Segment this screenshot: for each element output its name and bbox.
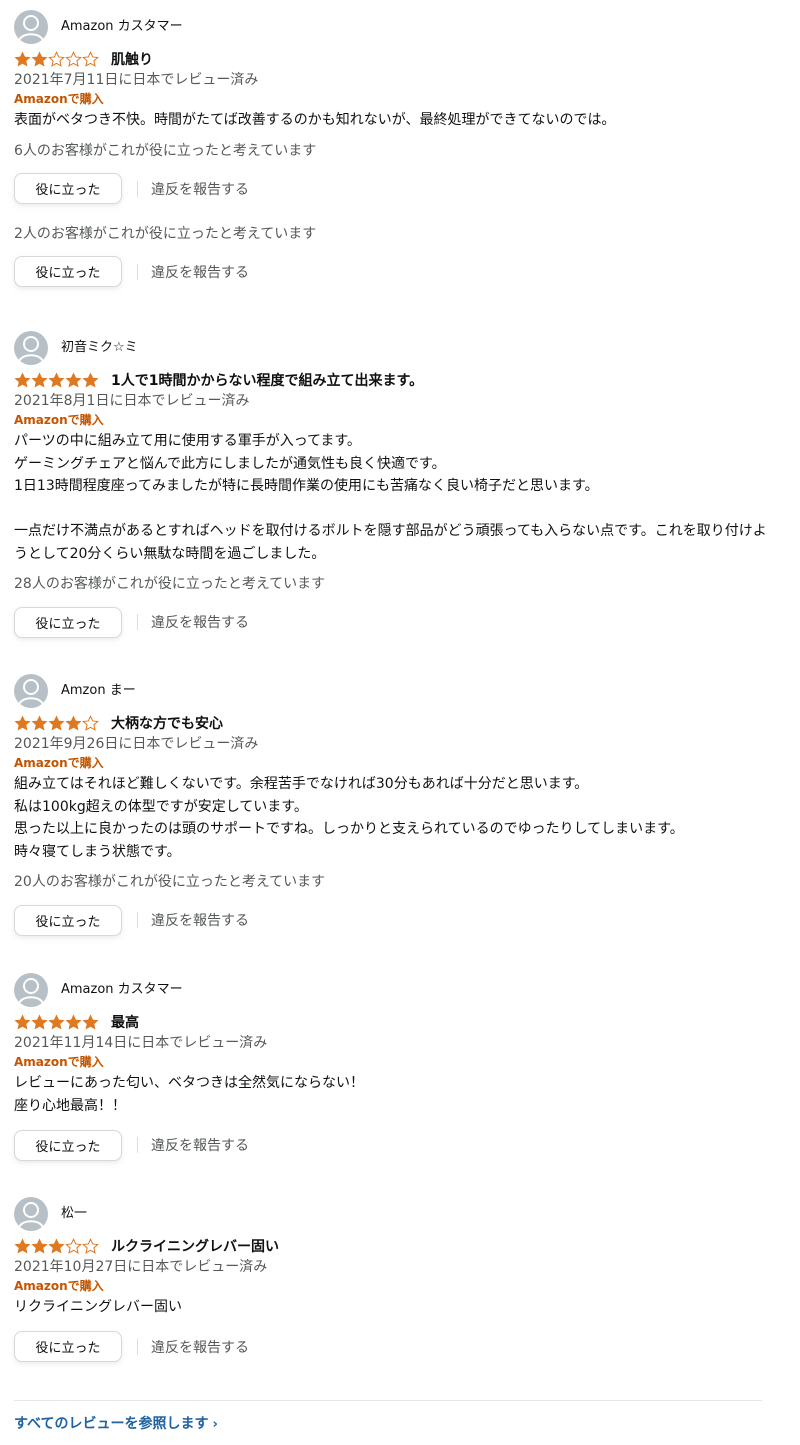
verified-purchase-badge[interactable]: Amazonで購入 bbox=[14, 90, 774, 108]
star-filled-icon bbox=[14, 50, 31, 67]
reviewer-name[interactable]: Amazon カスタマー bbox=[61, 973, 183, 1007]
review-title[interactable]: 最高 bbox=[111, 1012, 139, 1032]
star-filled-icon bbox=[65, 714, 82, 731]
star-filled-icon bbox=[82, 371, 99, 388]
verified-purchase-badge[interactable]: Amazonで購入 bbox=[14, 411, 774, 429]
star-filled-icon bbox=[48, 371, 65, 388]
divider bbox=[137, 1338, 138, 1355]
star-rating[interactable] bbox=[14, 50, 99, 68]
helpful-count: 20人のお客様がこれが役に立ったと考えています bbox=[14, 874, 326, 890]
user-avatar-icon bbox=[14, 1197, 48, 1231]
reviewer-profile[interactable]: Amzon まー bbox=[14, 674, 774, 708]
helpful-button[interactable]: 役に立った bbox=[14, 256, 122, 287]
review-date: 2021年11月14日に日本でレビュー済み bbox=[14, 1035, 268, 1051]
reviewer-profile[interactable]: Amazon カスタマー bbox=[14, 973, 774, 1007]
star-filled-icon bbox=[48, 1237, 65, 1254]
star-filled-icon bbox=[14, 1237, 31, 1254]
user-avatar-icon bbox=[14, 331, 48, 365]
section-divider bbox=[14, 1400, 762, 1401]
review-date: 2021年10月27日に日本でレビュー済み bbox=[14, 1259, 268, 1275]
report-abuse-link[interactable]: 違反を報告する bbox=[151, 179, 249, 199]
review-date: 2021年8月1日に日本でレビュー済み bbox=[14, 393, 250, 409]
helpful-button[interactable]: 役に立った bbox=[14, 1331, 122, 1362]
star-filled-icon bbox=[31, 1013, 48, 1030]
star-empty-icon bbox=[65, 1237, 82, 1254]
review: Amazon カスタマー 最高 2021年11月14日に日本でレビュー済み Am… bbox=[14, 973, 774, 1162]
divider bbox=[137, 1137, 138, 1153]
helpful-count: 6人のお客様がこれが役に立ったと考えています bbox=[14, 142, 317, 159]
star-filled-icon bbox=[48, 714, 65, 731]
verified-purchase-badge[interactable]: Amazonで購入 bbox=[14, 1053, 774, 1071]
reviewer-profile[interactable]: 初音ミク☆ミ bbox=[14, 331, 774, 365]
user-avatar-icon bbox=[14, 973, 48, 1007]
verified-purchase-badge[interactable]: Amazonで購入 bbox=[14, 754, 774, 772]
helpful-count: 2人のお客様がこれが役に立ったと考えています bbox=[14, 225, 317, 242]
reviewer-name[interactable]: 初音ミク☆ミ bbox=[61, 331, 138, 365]
review: 松一 ルクライニングレバー固い 2021年10月27日に日本でレビュー済み Am… bbox=[14, 1197, 774, 1364]
review-date: 2021年9月26日に日本でレビュー済み bbox=[14, 736, 259, 752]
chevron-right-icon: › bbox=[212, 1417, 218, 1432]
user-avatar-icon bbox=[14, 674, 48, 708]
review-body: リクライニングレバー固い bbox=[14, 1299, 182, 1315]
report-abuse-link[interactable]: 違反を報告する bbox=[151, 910, 249, 930]
star-empty-icon bbox=[82, 1237, 99, 1254]
star-filled-icon bbox=[31, 371, 48, 388]
star-rating[interactable] bbox=[14, 371, 99, 389]
review-title[interactable]: 大柄な方でも安心 bbox=[111, 713, 223, 733]
star-empty-icon bbox=[65, 50, 82, 67]
star-empty-icon bbox=[48, 50, 65, 67]
reviewer-name[interactable]: Amazon カスタマー bbox=[61, 10, 183, 44]
star-empty-icon bbox=[82, 50, 99, 67]
report-abuse-link[interactable]: 違反を報告する bbox=[151, 262, 249, 282]
divider bbox=[137, 912, 138, 928]
review-title[interactable]: 1人で1時間かからない程度で組み立て出来ます。 bbox=[111, 370, 423, 390]
reviewer-name[interactable]: 松一 bbox=[61, 1197, 87, 1231]
star-rating[interactable] bbox=[14, 1237, 99, 1255]
star-filled-icon bbox=[14, 371, 31, 388]
star-filled-icon bbox=[31, 50, 48, 67]
star-rating[interactable] bbox=[14, 714, 99, 732]
helpful-button[interactable]: 役に立った bbox=[14, 904, 122, 936]
divider bbox=[137, 180, 138, 197]
review: 初音ミク☆ミ 1人で1時間かからない程度で組み立て出来ます。 2021年8月1日… bbox=[14, 331, 774, 639]
report-abuse-link[interactable]: 違反を報告する bbox=[151, 612, 249, 632]
review: Amzon まー 大柄な方でも安心 2021年9月26日に日本でレビュー済み A… bbox=[14, 674, 774, 937]
reviewer-profile[interactable]: 松一 bbox=[14, 1197, 774, 1231]
review-title[interactable]: 肌触り bbox=[111, 49, 153, 69]
review-title[interactable]: ルクライニングレバー固い bbox=[111, 1236, 279, 1256]
star-filled-icon bbox=[31, 1237, 48, 1254]
user-avatar-icon bbox=[14, 10, 48, 44]
review-body: レビューにあった匂い、ベタつきは全然気にならない！ 座り心地最高！！ bbox=[14, 1075, 364, 1114]
star-filled-icon bbox=[48, 1013, 65, 1030]
verified-purchase-badge[interactable]: Amazonで購入 bbox=[14, 1277, 774, 1295]
see-all-reviews-label[interactable]: すべてのレビューを参照します bbox=[14, 1416, 208, 1432]
star-rating[interactable] bbox=[14, 1013, 99, 1031]
review-body: 組み立てはそれほど難しくないです。余程苦手でなければ30分もあれば十分だと思いま… bbox=[14, 776, 684, 860]
review-date: 2021年7月11日に日本でレビュー済み bbox=[14, 72, 259, 88]
reviewer-profile[interactable]: Amazon カスタマー bbox=[14, 10, 774, 44]
helpful-button[interactable]: 役に立った bbox=[14, 1129, 122, 1161]
review: Amazon カスタマー 肌触り 2021年7月11日に日本でレビュー済み Am… bbox=[14, 10, 774, 289]
star-filled-icon bbox=[14, 714, 31, 731]
see-all-reviews-link[interactable]: すべてのレビューを参照します › bbox=[14, 1413, 218, 1433]
star-filled-icon bbox=[65, 1013, 82, 1030]
divider bbox=[137, 614, 138, 630]
star-filled-icon bbox=[31, 714, 48, 731]
divider bbox=[137, 263, 138, 280]
helpful-button[interactable]: 役に立った bbox=[14, 606, 122, 638]
helpful-button[interactable]: 役に立った bbox=[14, 173, 122, 204]
star-empty-icon bbox=[82, 714, 99, 731]
star-filled-icon bbox=[65, 371, 82, 388]
helpful-count: 28人のお客様がこれが役に立ったと考えています bbox=[14, 576, 326, 592]
report-abuse-link[interactable]: 違反を報告する bbox=[151, 1135, 249, 1155]
star-filled-icon bbox=[82, 1013, 99, 1030]
star-filled-icon bbox=[14, 1013, 31, 1030]
review-body: 表面がベタつき不快。時間がたてば改善するのかも知れないが、最終処理ができてないの… bbox=[14, 112, 616, 128]
review-body: パーツの中に組み立て用に使用する軍手が入ってます。 ゲーミングチェアと悩んで此方… bbox=[14, 433, 767, 562]
report-abuse-link[interactable]: 違反を報告する bbox=[151, 1337, 249, 1357]
reviewer-name[interactable]: Amzon まー bbox=[61, 674, 136, 708]
